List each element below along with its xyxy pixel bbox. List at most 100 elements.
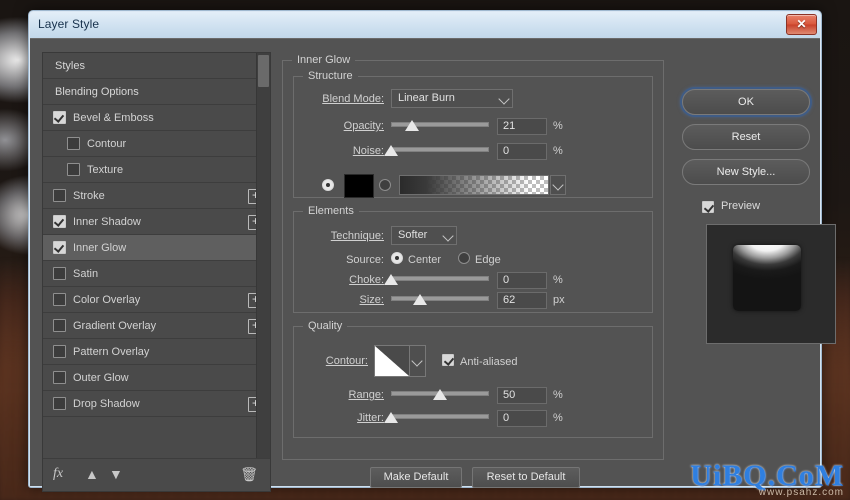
chevron-down-icon bbox=[552, 179, 564, 191]
slider-track bbox=[391, 296, 489, 301]
slider-track bbox=[391, 414, 489, 419]
move-up-icon[interactable]: ▲ bbox=[85, 466, 99, 482]
glow-color-swatch[interactable] bbox=[344, 174, 374, 198]
slider-thumb[interactable] bbox=[433, 389, 447, 400]
sidebar-item-bevel-emboss[interactable]: Bevel & Emboss bbox=[43, 105, 270, 131]
style-enable-checkbox[interactable] bbox=[67, 163, 80, 176]
sidebar-item-outer-glow[interactable]: Outer Glow bbox=[43, 365, 270, 391]
style-enable-checkbox[interactable] bbox=[53, 111, 66, 124]
sidebar-item-label: Satin bbox=[73, 267, 99, 280]
source-edge-radio[interactable] bbox=[458, 252, 470, 264]
move-down-icon[interactable]: ▼ bbox=[109, 466, 123, 482]
styles-footer-toolbar: fx ▲ ▼ 🗑 bbox=[43, 458, 270, 491]
inner-glow-group: Inner Glow Structure Blend Mode: Linear … bbox=[282, 54, 664, 460]
slider-thumb[interactable] bbox=[404, 120, 419, 131]
style-enable-checkbox[interactable] bbox=[67, 137, 80, 150]
sidebar-item-color-overlay[interactable]: Color Overlay+ bbox=[43, 287, 270, 313]
preview-checkbox[interactable] bbox=[702, 201, 714, 213]
slider-thumb[interactable] bbox=[384, 145, 398, 156]
slider-thumb[interactable] bbox=[384, 274, 398, 285]
slider-thumb[interactable] bbox=[384, 412, 398, 423]
style-enable-checkbox[interactable] bbox=[53, 241, 66, 254]
noise-input[interactable]: 0 bbox=[497, 143, 547, 160]
style-enable-checkbox[interactable] bbox=[53, 345, 66, 358]
range-slider[interactable] bbox=[391, 387, 489, 401]
slider-track bbox=[391, 147, 489, 152]
style-enable-checkbox[interactable] bbox=[53, 215, 66, 228]
blend-mode-label: Blend Mode: bbox=[322, 93, 384, 105]
technique-value: Softer bbox=[398, 229, 428, 241]
size-slider[interactable] bbox=[391, 292, 489, 306]
choke-input[interactable]: 0 bbox=[497, 272, 547, 289]
fx-icon[interactable]: fx bbox=[53, 466, 63, 482]
window-title: Layer Style bbox=[38, 17, 100, 31]
anti-aliased-label: Anti-aliased bbox=[460, 356, 518, 368]
jitter-slider[interactable] bbox=[384, 410, 489, 424]
chevron-down-icon bbox=[411, 355, 423, 367]
technique-select[interactable]: Softer bbox=[391, 226, 457, 245]
elements-legend: Elements bbox=[303, 205, 359, 217]
slider-thumb[interactable] bbox=[413, 294, 428, 305]
inner-glow-title: Inner Glow bbox=[292, 54, 356, 66]
contour-preview[interactable] bbox=[374, 345, 410, 377]
reset-button[interactable]: Reset bbox=[682, 124, 810, 150]
opacity-slider[interactable] bbox=[391, 118, 489, 132]
close-icon: ✕ bbox=[796, 17, 807, 31]
ok-button[interactable]: OK bbox=[682, 89, 810, 115]
style-enable-checkbox[interactable] bbox=[53, 189, 66, 202]
style-enable-checkbox[interactable] bbox=[53, 267, 66, 280]
sidebar-item-texture[interactable]: Texture bbox=[43, 157, 270, 183]
sidebar-item-inner-shadow[interactable]: Inner Shadow+ bbox=[43, 209, 270, 235]
slider-track bbox=[391, 276, 489, 281]
sidebar-item-blending-options[interactable]: Blending Options bbox=[43, 79, 270, 105]
range-label: Range: bbox=[348, 389, 384, 401]
sidebar-item-drop-shadow[interactable]: Drop Shadow+ bbox=[43, 391, 270, 417]
sidebar-item-label: Pattern Overlay bbox=[73, 345, 150, 358]
new-style-button[interactable]: New Style... bbox=[682, 159, 810, 185]
style-enable-checkbox[interactable] bbox=[53, 293, 66, 306]
fill-color-radio[interactable] bbox=[322, 179, 334, 191]
preview-toggle-row: Preview bbox=[702, 200, 812, 216]
styles-list[interactable]: Styles Blending Options Bevel & Emboss Cont… bbox=[43, 53, 270, 458]
trash-icon[interactable]: 🗑 bbox=[240, 466, 258, 483]
close-button[interactable]: ✕ bbox=[786, 14, 817, 35]
scrollbar-thumb[interactable] bbox=[258, 55, 269, 87]
sidebar-item-satin[interactable]: Satin bbox=[43, 261, 270, 287]
anti-aliased-checkbox[interactable] bbox=[442, 354, 454, 366]
sidebar-item-contour[interactable]: Contour bbox=[43, 131, 270, 157]
preview-thumbnail bbox=[706, 224, 836, 344]
opacity-input[interactable]: 21 bbox=[497, 118, 547, 135]
jitter-input[interactable]: 0 bbox=[497, 410, 547, 427]
sidebar-item-styles[interactable]: Styles bbox=[43, 53, 270, 79]
noise-unit: % bbox=[553, 145, 563, 157]
sidebar-item-stroke[interactable]: Stroke+ bbox=[43, 183, 270, 209]
source-center-radio[interactable] bbox=[391, 252, 403, 264]
style-enable-checkbox[interactable] bbox=[53, 397, 66, 410]
style-enable-checkbox[interactable] bbox=[53, 319, 66, 332]
contour-label: Contour: bbox=[325, 355, 368, 367]
reset-to-default-button[interactable]: Reset to Default bbox=[472, 467, 580, 488]
sidebar-item-label: Outer Glow bbox=[73, 371, 129, 384]
sidebar-item-gradient-overlay[interactable]: Gradient Overlay+ bbox=[43, 313, 270, 339]
size-input[interactable]: 62 bbox=[497, 292, 547, 309]
make-default-button[interactable]: Make Default bbox=[370, 467, 462, 488]
source-edge-label: Edge bbox=[475, 254, 501, 266]
sidebar-item-label: Inner Shadow bbox=[73, 215, 141, 228]
jitter-unit: % bbox=[553, 412, 563, 424]
noise-slider[interactable] bbox=[384, 143, 489, 157]
range-input[interactable]: 50 bbox=[497, 387, 547, 404]
styles-scrollbar[interactable] bbox=[256, 53, 270, 458]
gradient-picker-button[interactable] bbox=[550, 175, 566, 195]
fill-gradient-radio[interactable] bbox=[379, 179, 391, 191]
choke-slider[interactable] bbox=[384, 272, 489, 286]
sidebar-item-inner-glow[interactable]: Inner Glow bbox=[43, 235, 270, 261]
sidebar-item-label: Color Overlay bbox=[73, 293, 141, 306]
blend-mode-select[interactable]: Linear Burn bbox=[391, 89, 513, 108]
style-enable-checkbox[interactable] bbox=[53, 371, 66, 384]
quality-group: Quality Contour: Anti-aliased Range: 50 … bbox=[293, 320, 653, 438]
opacity-unit: % bbox=[553, 120, 563, 132]
gradient-preview[interactable] bbox=[399, 175, 549, 195]
sidebar-item-pattern-overlay[interactable]: Pattern Overlay bbox=[43, 339, 270, 365]
chevron-down-icon bbox=[498, 93, 510, 105]
contour-picker-button[interactable] bbox=[410, 345, 426, 377]
